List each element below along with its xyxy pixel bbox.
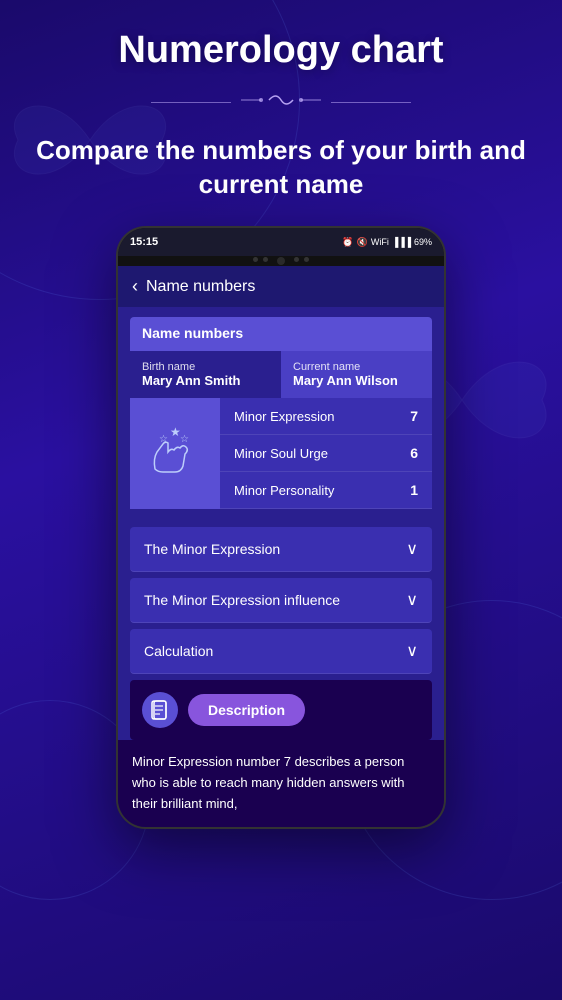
section-header: Name numbers (130, 317, 432, 351)
divider-line-right (331, 102, 411, 103)
icon-area: ☆ ★ ☆ (130, 398, 220, 509)
nav-bar: ‹ Name numbers (118, 266, 444, 307)
subtitle-text: Compare the numbers of your birth and cu… (30, 134, 532, 202)
mute-icon: 🔇 (357, 237, 368, 248)
phone-mockup: 15:15 ⏰ 🔇 WiFi ▐▐▐ 69% (0, 226, 562, 828)
svg-text:☆: ☆ (159, 434, 168, 445)
status-time: 15:15 (130, 236, 158, 248)
number-label-2: Minor Personality (234, 483, 334, 498)
notch-dot-4 (304, 257, 309, 262)
svg-text:☆: ☆ (180, 434, 189, 445)
accordion-0[interactable]: The Minor Expression ∨ (130, 527, 432, 572)
notch-dot-3 (294, 257, 299, 262)
description-text: Minor Expression number 7 describes a pe… (132, 752, 430, 814)
notch-dots (253, 257, 309, 265)
subtitle-section: Compare the numbers of your birth and cu… (0, 124, 562, 222)
number-value-1: 6 (410, 445, 418, 461)
wifi-icon: WiFi (371, 237, 389, 247)
accordion-list: The Minor Expression ∨ The Minor Express… (118, 527, 444, 674)
number-value-2: 1 (410, 482, 418, 498)
number-label-0: Minor Expression (234, 409, 334, 424)
back-button[interactable]: ‹ (132, 276, 138, 297)
accordion-2[interactable]: Calculation ∨ (130, 629, 432, 674)
chevron-down-icon-2: ∨ (406, 641, 418, 661)
birth-tab-value: Mary Ann Smith (142, 373, 269, 388)
status-bar: 15:15 ⏰ 🔇 WiFi ▐▐▐ 69% (118, 228, 444, 256)
number-item-1[interactable]: Minor Soul Urge 6 (220, 435, 432, 472)
section-header-text: Name numbers (142, 325, 243, 341)
header-divider (0, 82, 562, 124)
name-tabs: Birth name Mary Ann Smith Current name M… (130, 351, 432, 398)
notch-bar (118, 256, 444, 266)
background: Numerology chart Compare the numbers of … (0, 0, 562, 1000)
app-screen: ‹ Name numbers Name numbers Birth name M… (118, 266, 444, 826)
number-label-1: Minor Soul Urge (234, 446, 328, 461)
accordion-label-2: Calculation (144, 643, 213, 659)
number-item-2[interactable]: Minor Personality 1 (220, 472, 432, 509)
birth-tab-label: Birth name (142, 361, 269, 373)
status-icons: ⏰ 🔇 WiFi ▐▐▐ 69% (342, 237, 432, 248)
divider-line-left (151, 102, 231, 103)
page-header: Numerology chart (0, 0, 562, 82)
notch-camera (277, 257, 285, 265)
page-title: Numerology chart (20, 30, 542, 72)
accordion-label-1: The Minor Expression influence (144, 592, 340, 608)
numbers-display: ☆ ★ ☆ Minor Expression 7 Minor Sou (130, 398, 432, 509)
description-button[interactable]: Description (188, 694, 305, 726)
numbers-list: Minor Expression 7 Minor Soul Urge 6 Min… (220, 398, 432, 509)
description-row: Description (130, 680, 432, 740)
alarm-icon: ⏰ (342, 237, 353, 248)
current-tab-label: Current name (293, 361, 420, 373)
birth-name-tab[interactable]: Birth name Mary Ann Smith (130, 351, 281, 398)
number-item-0[interactable]: Minor Expression 7 (220, 398, 432, 435)
name-numbers-section: Name numbers Birth name Mary Ann Smith C… (118, 317, 444, 521)
notch-dot-1 (253, 257, 258, 262)
current-name-tab[interactable]: Current name Mary Ann Wilson (281, 351, 432, 398)
accordion-1[interactable]: The Minor Expression influence ∨ (130, 578, 432, 623)
book-icon (142, 692, 178, 728)
number-value-0: 7 (410, 408, 418, 424)
phone-frame: 15:15 ⏰ 🔇 WiFi ▐▐▐ 69% (116, 226, 446, 828)
stars-hand-icon: ☆ ★ ☆ (145, 424, 205, 484)
chevron-down-icon-1: ∨ (406, 590, 418, 610)
nav-title: Name numbers (146, 278, 255, 296)
divider-ornament (241, 90, 321, 116)
signal-icon: ▐▐▐ (392, 237, 411, 247)
description-text-area: Minor Expression number 7 describes a pe… (118, 740, 444, 826)
current-tab-value: Mary Ann Wilson (293, 373, 420, 388)
battery-text: 69% (414, 237, 432, 247)
accordion-label-0: The Minor Expression (144, 541, 280, 557)
notch-dot-2 (263, 257, 268, 262)
chevron-down-icon-0: ∨ (406, 539, 418, 559)
